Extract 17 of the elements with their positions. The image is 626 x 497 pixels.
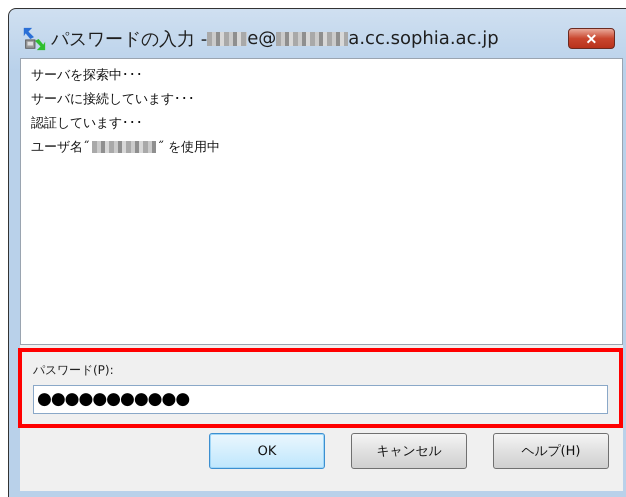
cancel-button[interactable]: キャンセル	[351, 433, 467, 469]
window-title: a.cc.sophia.ac.jp	[348, 28, 499, 49]
redacted-text	[207, 32, 248, 46]
log-line: サーバを探索中･･･	[31, 67, 143, 84]
ok-button[interactable]: OK	[209, 433, 325, 469]
password-field[interactable]: ●●●●●●●●●●●	[33, 385, 608, 414]
window-title: パスワードの入力 -	[51, 28, 208, 50]
window-title: e@	[247, 28, 276, 49]
log-line: ˝ を使用中	[158, 139, 220, 156]
close-button[interactable]: ✕	[568, 28, 615, 49]
log-line: サーバに接続しています･･･	[31, 91, 195, 108]
computer-arrow-icon	[21, 26, 47, 52]
help-button[interactable]: ヘルプ(H)	[493, 433, 609, 469]
log-line: ユーザ名˝	[31, 139, 90, 156]
password-label: パスワード(P):	[33, 362, 115, 379]
log-line: 認証しています･･･	[31, 115, 143, 132]
redacted-text	[92, 141, 156, 153]
